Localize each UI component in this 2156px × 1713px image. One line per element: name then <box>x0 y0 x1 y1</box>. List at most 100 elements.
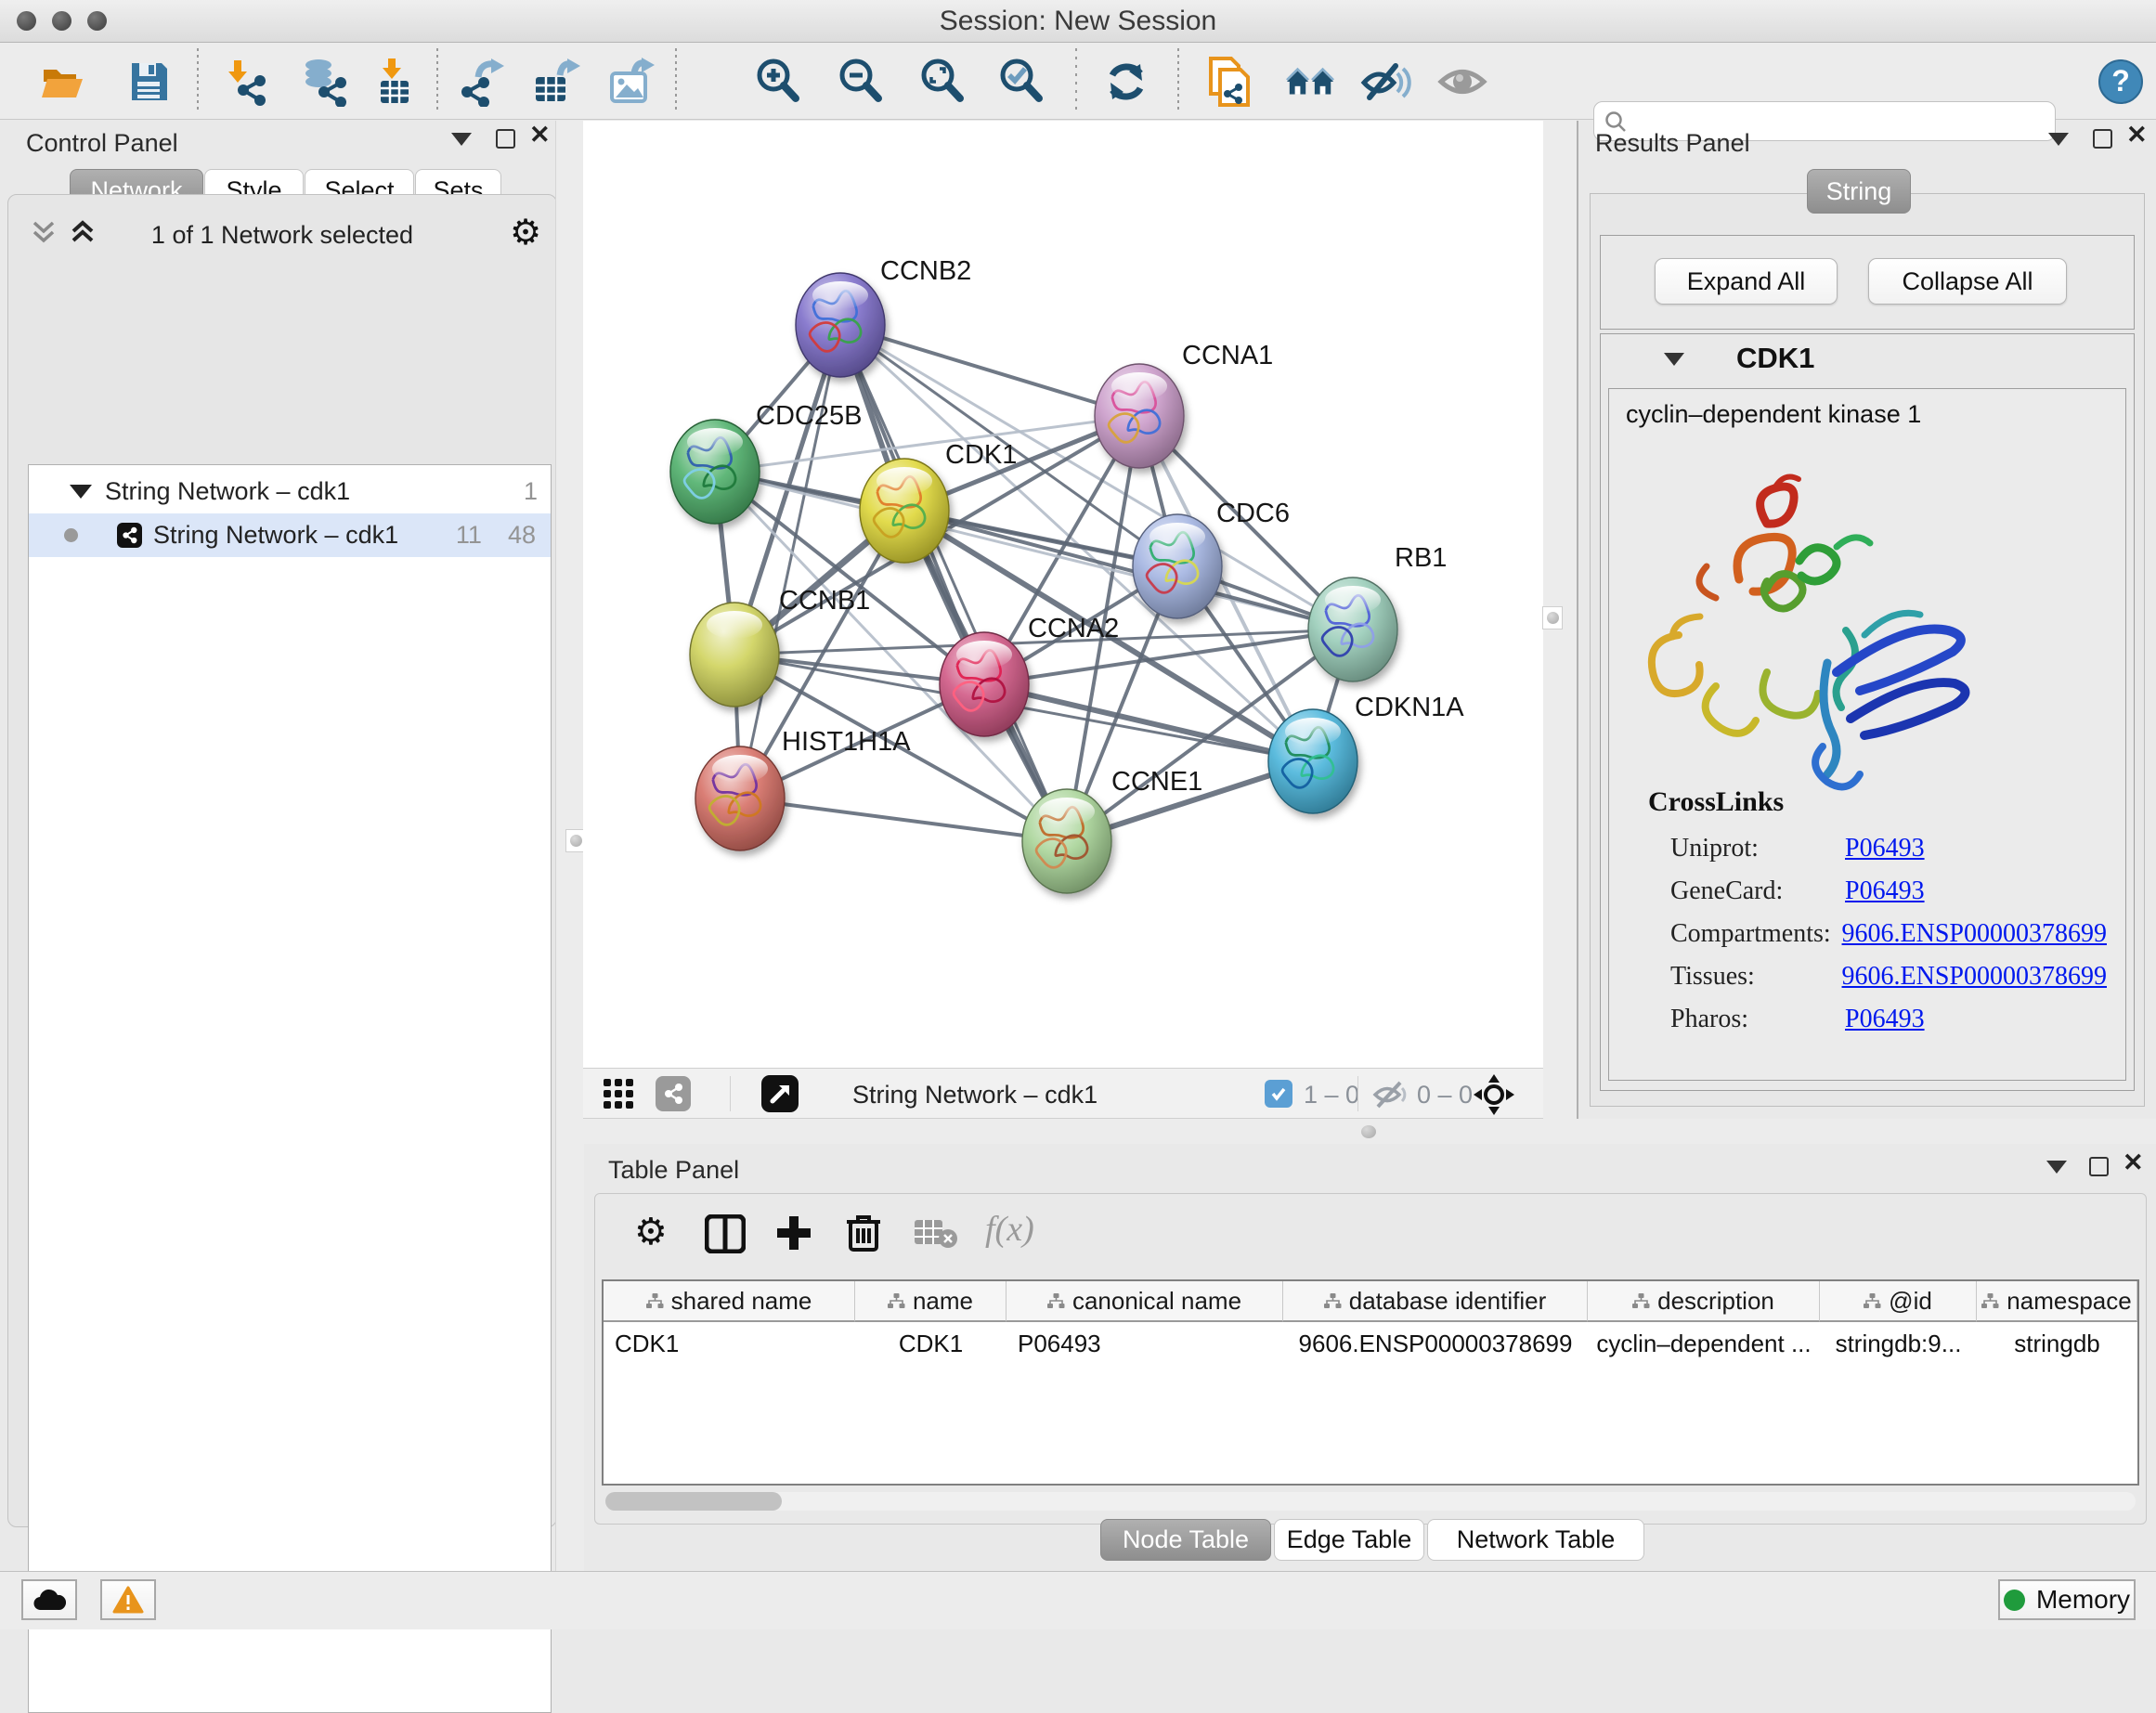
cloud-button[interactable] <box>21 1579 77 1620</box>
hidden-eye-slash-icon[interactable] <box>1372 1081 1409 1109</box>
table-hscrollbar-handle[interactable] <box>605 1492 782 1511</box>
export-table-icon[interactable] <box>531 56 583 108</box>
network-options-gear-icon[interactable]: ⚙ <box>510 212 541 253</box>
network-collection-row[interactable]: String Network – cdk1 1 <box>29 470 551 513</box>
export-image-icon[interactable] <box>605 56 657 108</box>
edge-CCNB2-CCNA1[interactable] <box>840 325 1139 416</box>
control-panel-float-icon[interactable] <box>451 133 472 146</box>
show-columns-icon[interactable] <box>705 1214 746 1253</box>
table-panel-close-icon[interactable]: ✕ <box>2123 1155 2144 1171</box>
export-network-icon[interactable] <box>457 56 509 108</box>
node-CCNB2[interactable] <box>796 273 885 377</box>
collapse-all-button[interactable]: Collapse All <box>1868 258 2067 305</box>
results-buttons-box: Expand All Collapse All <box>1600 235 2135 330</box>
network-from-file-icon[interactable] <box>1203 56 1255 108</box>
crosslink-value-link[interactable]: 9606.ENSP00000378699 <box>1842 919 2107 949</box>
edge-HIST1H1A-CCNE1[interactable] <box>740 798 1067 841</box>
memory-button[interactable]: Memory <box>1998 1579 2136 1620</box>
add-column-icon[interactable] <box>773 1213 814 1253</box>
node-label-CDK1: CDK1 <box>945 440 1017 470</box>
node-HIST1H1A[interactable] <box>695 746 785 850</box>
expand-all-button[interactable]: Expand All <box>1655 258 1838 305</box>
right-splitter[interactable] <box>1543 121 1577 1144</box>
floppy-icon <box>124 58 173 106</box>
tab-edge-table[interactable]: Edge Table <box>1274 1519 1424 1561</box>
houses-icon[interactable] <box>1285 56 1337 108</box>
birds-eye-view-icon[interactable] <box>761 1075 799 1112</box>
grid-view-icon[interactable] <box>604 1079 637 1110</box>
node-CDKN1A[interactable] <box>1268 709 1357 813</box>
results-panel-maximize-icon[interactable] <box>2093 129 2112 149</box>
results-panel-close-icon[interactable]: ✕ <box>2126 127 2148 143</box>
zoom-selected-icon[interactable] <box>995 56 1047 108</box>
horizontal-splitter-grip[interactable] <box>1361 1125 1376 1138</box>
right-splitter-grip[interactable] <box>1542 606 1563 629</box>
zoom-in-icon[interactable] <box>752 56 804 108</box>
gene-collapse-icon[interactable] <box>1664 353 1684 366</box>
table-options-gear-icon[interactable]: ⚙ <box>634 1211 668 1253</box>
control-panel-maximize-icon[interactable] <box>496 129 515 149</box>
crosslink-value-link[interactable]: P06493 <box>1845 1005 1925 1034</box>
column-header-database-identifier[interactable]: database identifier <box>1283 1281 1588 1322</box>
selected-nodes-checkbox[interactable] <box>1265 1080 1292 1108</box>
crosslink-row: Compartments:9606.ENSP00000378699 <box>1670 913 2107 955</box>
window-close-button[interactable] <box>17 11 36 31</box>
table-cell: stringdb:9... <box>1820 1324 1977 1363</box>
tab-string[interactable]: String <box>1807 169 1911 214</box>
crosslink-value-link[interactable]: P06493 <box>1845 834 1925 863</box>
crosslink-label: Tissues: <box>1670 962 1842 992</box>
table-panel-maximize-icon[interactable] <box>2089 1157 2109 1176</box>
edge-CDK1-RB1[interactable] <box>904 511 1353 629</box>
show-eye-icon-disabled[interactable] <box>1436 56 1488 108</box>
column-header-name[interactable]: name <box>855 1281 1007 1322</box>
table-panel-title: Table Panel <box>608 1156 739 1185</box>
node-CCNB1[interactable] <box>690 603 779 707</box>
hide-selected-icon[interactable] <box>1360 56 1412 108</box>
column-header--id[interactable]: @id <box>1820 1281 1977 1322</box>
edge-CCNB2-CCNE1[interactable] <box>840 325 1067 841</box>
expand-all-chevron-icon[interactable] <box>68 219 99 247</box>
help-icon[interactable]: ? <box>2095 56 2147 108</box>
node-CCNA1[interactable] <box>1095 364 1184 468</box>
zoom-fit-icon[interactable] <box>916 56 968 108</box>
node-CDC25B[interactable] <box>670 420 760 524</box>
crosslink-row: Pharos:P06493 <box>1670 998 2107 1041</box>
table-hscrollbar[interactable] <box>605 1492 2136 1511</box>
import-network-from-database-icon[interactable] <box>299 56 351 108</box>
window-minimize-button[interactable] <box>52 11 71 31</box>
node-CCNA2[interactable] <box>940 632 1029 736</box>
zoom-out-icon[interactable] <box>835 56 887 108</box>
crosslink-value-link[interactable]: P06493 <box>1845 876 1925 906</box>
network-row-selected[interactable]: String Network – cdk1 11 48 <box>29 513 551 557</box>
import-table-icon[interactable] <box>369 56 421 108</box>
fit-center-icon[interactable] <box>1473 1073 1515 1116</box>
column-header-description[interactable]: description <box>1588 1281 1820 1322</box>
node-RB1[interactable] <box>1308 577 1397 681</box>
open-session-icon[interactable] <box>37 56 89 108</box>
column-header-canonical-name[interactable]: canonical name <box>1007 1281 1283 1322</box>
crosslink-value-link[interactable]: 9606.ENSP00000378699 <box>1842 962 2107 992</box>
apply-layout-icon[interactable] <box>1100 56 1152 108</box>
window-zoom-button[interactable] <box>87 11 107 31</box>
node-CDC6[interactable] <box>1133 514 1222 618</box>
results-panel-body: Expand All Collapse All CDK1 cyclin–depe… <box>1590 193 2145 1107</box>
tree-expand-icon[interactable] <box>70 485 92 499</box>
results-panel-float-icon[interactable] <box>2048 133 2069 146</box>
collapse-all-chevron-icon[interactable] <box>29 219 60 247</box>
tab-node-table[interactable]: Node Table <box>1100 1519 1271 1561</box>
column-header-shared-name[interactable]: shared name <box>604 1281 855 1322</box>
toolbar-separator <box>197 48 199 110</box>
string-view-icon[interactable] <box>656 1076 691 1111</box>
warnings-button[interactable] <box>100 1579 156 1620</box>
save-session-icon[interactable] <box>123 56 175 108</box>
table-panel-float-icon[interactable] <box>2046 1161 2067 1174</box>
tab-network-table[interactable]: Network Table <box>1427 1519 1644 1561</box>
column-header-namespace[interactable]: namespace <box>1977 1281 2137 1322</box>
control-panel-close-icon[interactable]: ✕ <box>529 127 551 143</box>
node-CCNE1[interactable] <box>1022 789 1111 893</box>
import-network-icon[interactable] <box>220 56 272 108</box>
delete-trash-icon[interactable] <box>844 1211 883 1253</box>
control-panel-title: Control Panel <box>26 129 178 158</box>
node-CDK1[interactable] <box>860 459 949 563</box>
network-canvas[interactable]: CCNB2CCNA1CDC25BCDK1CDC6RB1CCNB1CCNA2CDK… <box>583 121 1543 1068</box>
